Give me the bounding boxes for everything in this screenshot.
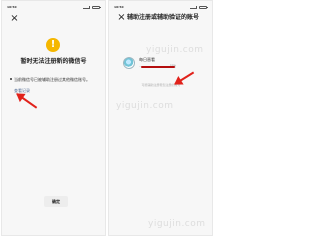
status-time: 10:50 <box>7 4 17 9</box>
right-phone-screen: 10:50 × 辅助注册或辅助验证的账号 每日晋看 —————————— 辅助 … <box>108 0 213 236</box>
signal-icon <box>190 5 197 9</box>
status-icons <box>83 5 101 9</box>
close-button[interactable]: × <box>117 13 126 23</box>
notice-text: 当前微信号已被辅助注册过其他微信账号。 <box>14 77 90 82</box>
left-status-bar: 10:50 <box>7 3 101 11</box>
list-bullet <box>10 78 12 80</box>
confirm-button[interactable]: 确定 <box>44 196 68 207</box>
avatar-icon <box>123 57 135 69</box>
warning-icon: ! <box>46 38 60 52</box>
watermark-text: yigujin.com <box>146 45 204 55</box>
record-text: 每日晋看 —————————— 辅助 <box>139 57 194 69</box>
red-arrow-pointer <box>16 93 38 109</box>
close-button[interactable]: × <box>10 14 19 24</box>
right-status-bar: 10:50 <box>114 3 208 11</box>
watermark-text: yigujin.com <box>116 101 174 111</box>
signal-icon <box>83 5 90 9</box>
left-phone-screen: 10:50 × ! 暂时无法注册新的微信号 当前微信号已被辅助注册过其他微信账号… <box>1 0 106 236</box>
page-title: 暂时无法注册新的微信号 <box>20 58 87 65</box>
status-icons <box>190 5 208 9</box>
account-detail: —————————— 辅助 <box>139 64 194 69</box>
status-time: 10:50 <box>114 4 124 9</box>
record-hint: 可能辅助注册帮您注册的账号 <box>141 83 181 87</box>
redaction-mark <box>141 66 175 68</box>
account-name: 每日晋看 <box>139 57 155 62</box>
battery-icon <box>92 5 101 9</box>
battery-icon <box>199 5 208 9</box>
watermark-text: yigujin.com <box>148 219 206 229</box>
screenshot-canvas: 10:50 × ! 暂时无法注册新的微信号 当前微信号已被辅助注册过其他微信账号… <box>0 0 214 236</box>
page-title: 辅助注册或辅助验证的账号 <box>127 14 200 21</box>
